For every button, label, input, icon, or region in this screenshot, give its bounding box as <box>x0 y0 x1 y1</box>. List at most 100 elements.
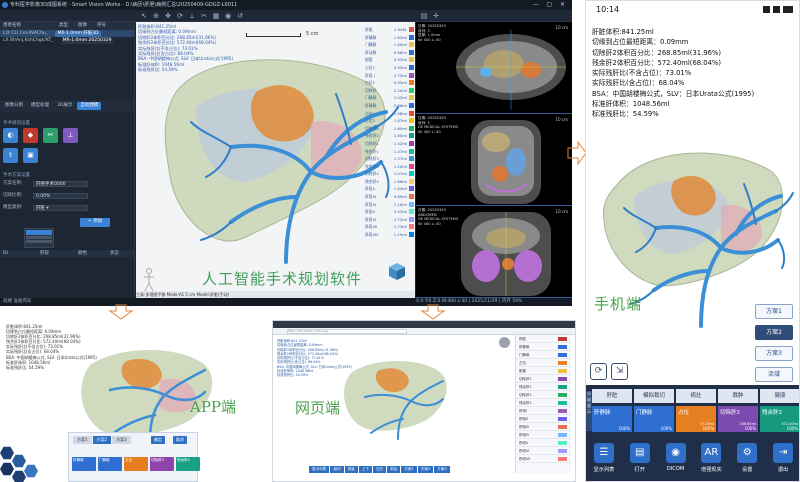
cancel-button[interactable]: 取消 <box>173 436 187 444</box>
plan-button-1[interactable]: 方案1 <box>755 304 793 319</box>
segment-color-swatch[interactable] <box>409 110 414 116</box>
segment-row[interactable]: 残余肝1 1.37ml <box>365 148 414 156</box>
segment-tile[interactable]: 肝静脉 100% <box>592 406 632 432</box>
segment-row[interactable]: 占位2 1.87ml <box>365 117 414 125</box>
segment-row[interactable]: 占位1 0.95ml <box>365 64 414 72</box>
segment-color-swatch[interactable] <box>409 178 414 184</box>
ruler-tool-icon[interactable]: ⟂ <box>188 12 196 20</box>
segment-color-swatch[interactable] <box>409 34 414 40</box>
segment-row[interactable]: 肝动脉 0.68ml <box>365 49 414 57</box>
segment-row[interactable]: 肝静脉 <box>516 343 571 351</box>
segment-color-swatch[interactable] <box>558 441 567 445</box>
segment-row[interactable]: 残余肝2 1.60ml <box>365 132 414 140</box>
segment-row[interactable]: 残余肝3 1.20ml <box>365 163 414 171</box>
tab-healthy[interactable]: 健康 <box>760 389 799 403</box>
segment-row[interactable]: 肝段VIII 1.19ml <box>365 231 414 239</box>
zoom-tool-icon[interactable]: ⊕ <box>152 12 160 20</box>
display-icon[interactable]: ◐ <box>3 128 18 143</box>
segment-row[interactable]: 占位 <box>516 359 571 367</box>
segment-color-swatch[interactable] <box>409 224 414 230</box>
segment-row[interactable]: 肝段V 2.43ml <box>365 208 414 216</box>
camera-tool-icon[interactable]: ◉ <box>224 12 232 20</box>
tab-3d[interactable]: 3D展示 <box>54 102 75 110</box>
tab-plan-2[interactable]: 方案2 <box>92 436 112 444</box>
ct-view-sagittal[interactable]: 日期: 20250329 ABDOMEN GE MEDICAL SYSTEMS … <box>416 206 572 298</box>
window-controls[interactable]: — ▢ ✕ <box>532 0 568 10</box>
segment-row[interactable]: 肝静脉 1.62ml <box>365 34 414 42</box>
plan-icon[interactable]: ▣ <box>23 148 38 163</box>
segment-tile[interactable]: 残余肝2 <box>176 457 200 471</box>
toolbar-button[interactable]: 剖切 <box>330 466 344 473</box>
vessel-icon[interactable]: ⚕ <box>3 148 18 163</box>
segment-color-swatch[interactable] <box>558 345 567 349</box>
pan-tool-icon[interactable]: ✥ <box>164 12 172 20</box>
patient-row[interactable]: LIX CLI Cel.AVAChu_ MR-1.0mm 肝脏3D <box>0 30 134 37</box>
toolbar-button[interactable]: 前后 <box>387 466 401 473</box>
segment-color-swatch[interactable] <box>409 57 414 63</box>
plan-button-3[interactable]: 方案3 <box>755 346 793 361</box>
segment-color-swatch[interactable] <box>558 457 567 461</box>
segment-row[interactable]: 残余肝1 <box>516 383 571 391</box>
export-icon[interactable]: ⇲ <box>611 363 628 380</box>
segment-row[interactable]: 肝段IV <box>516 431 571 439</box>
tab-sim-cut[interactable]: 模拟裁切 <box>634 389 674 403</box>
tab-segmentation[interactable]: 图像分割 <box>2 102 26 110</box>
segment-color-swatch[interactable] <box>409 49 414 55</box>
segment-color-swatch[interactable] <box>558 409 567 413</box>
segment-color-swatch[interactable] <box>558 361 567 365</box>
segment-row[interactable]: 残余肝4 1.66ml <box>365 178 414 186</box>
segment-row[interactable]: 肝段 I 2.75ml <box>365 72 414 80</box>
segment-row[interactable]: 切除肝1 <box>516 375 571 383</box>
layout-tool-icon[interactable]: ▦ <box>212 12 220 20</box>
basin-button[interactable]: 流域 <box>755 367 793 382</box>
model-type-select[interactable]: 肝脏 ▾ <box>33 205 88 211</box>
nav-item[interactable]: ◉ DICOM <box>660 443 692 481</box>
segment-color-swatch[interactable] <box>558 433 567 437</box>
segment-row[interactable]: 门静脉 1.60ml <box>365 41 414 49</box>
tab-plan-1[interactable]: 方案1 <box>73 436 92 444</box>
segment-color-swatch[interactable] <box>409 133 414 139</box>
segment-color-swatch[interactable] <box>409 80 414 86</box>
segment-row[interactable]: 肝段VII <box>516 455 571 463</box>
segment-row[interactable]: 肝脏 2.946L <box>365 26 414 34</box>
toolbar-button[interactable]: 方案3 <box>434 466 450 473</box>
segment-color-swatch[interactable] <box>409 156 414 162</box>
segment-color-swatch[interactable] <box>409 232 414 238</box>
segment-color-swatch[interactable] <box>409 95 414 101</box>
patient-row[interactable]: LX BhAnj,KshChgk/KT_ MR-1.0mm 20250329 <box>0 37 134 44</box>
plan-button-2[interactable]: 方案2 <box>755 325 793 340</box>
slice-icon[interactable]: ◆ <box>23 128 38 143</box>
resect-icon[interactable]: ✂ <box>43 128 58 143</box>
segment-color-swatch[interactable] <box>409 87 414 93</box>
segment-row[interactable]: 肝段VII 1.73ml <box>365 223 414 231</box>
user-avatar[interactable] <box>499 337 510 348</box>
toolbar-button[interactable]: 显示列表 <box>309 466 330 473</box>
segment-row[interactable]: 肝段V <box>516 439 571 447</box>
ratio-input[interactable]: 0.00% <box>33 193 88 199</box>
crosshair-tool-icon[interactable]: ✛ <box>432 12 440 20</box>
segment-color-swatch[interactable] <box>558 377 567 381</box>
nav-item[interactable]: ▤ 打开 <box>624 443 656 481</box>
nav-item[interactable]: ⇥ 退出 <box>767 443 799 481</box>
segment-color-swatch[interactable] <box>558 369 567 373</box>
segment-tile[interactable]: 门静脉 100% <box>634 406 674 432</box>
tab-plan-3[interactable]: 方案3 <box>112 436 131 444</box>
segment-row[interactable]: 切除肝 2.20ml <box>365 87 414 95</box>
segment-color-swatch[interactable] <box>558 353 567 357</box>
segment-color-swatch[interactable] <box>409 171 414 177</box>
nav-item[interactable]: AR 增强现实 <box>695 443 727 481</box>
segment-row[interactable]: 残余肝2 <box>516 399 571 407</box>
segment-color-swatch[interactable] <box>409 148 414 154</box>
segment-row[interactable]: 胆管 0.93ml <box>365 56 414 64</box>
segment-row[interactable]: 切除肝4 1.07ml <box>365 170 414 178</box>
segment-row[interactable]: 肝段III <box>516 423 571 431</box>
segment-tile[interactable]: 切除肝2 266.85ml 100% <box>718 406 758 432</box>
grid-tool-icon[interactable]: ▤ <box>420 12 428 20</box>
ct-view-axial[interactable]: 日期: 20250329 序列: 5 层厚: 1.0mm W: 400 L: 4… <box>416 22 572 114</box>
segment-color-swatch[interactable] <box>558 337 567 341</box>
segment-tile[interactable]: 占位 37.15ml 100% <box>676 406 716 432</box>
plan-name-input[interactable]: 肝癌手术0000 <box>33 181 88 187</box>
segment-color-swatch[interactable] <box>409 72 414 78</box>
model-dropdown-list[interactable] <box>24 228 54 248</box>
toolbar-button[interactable]: 左右 <box>372 466 387 473</box>
